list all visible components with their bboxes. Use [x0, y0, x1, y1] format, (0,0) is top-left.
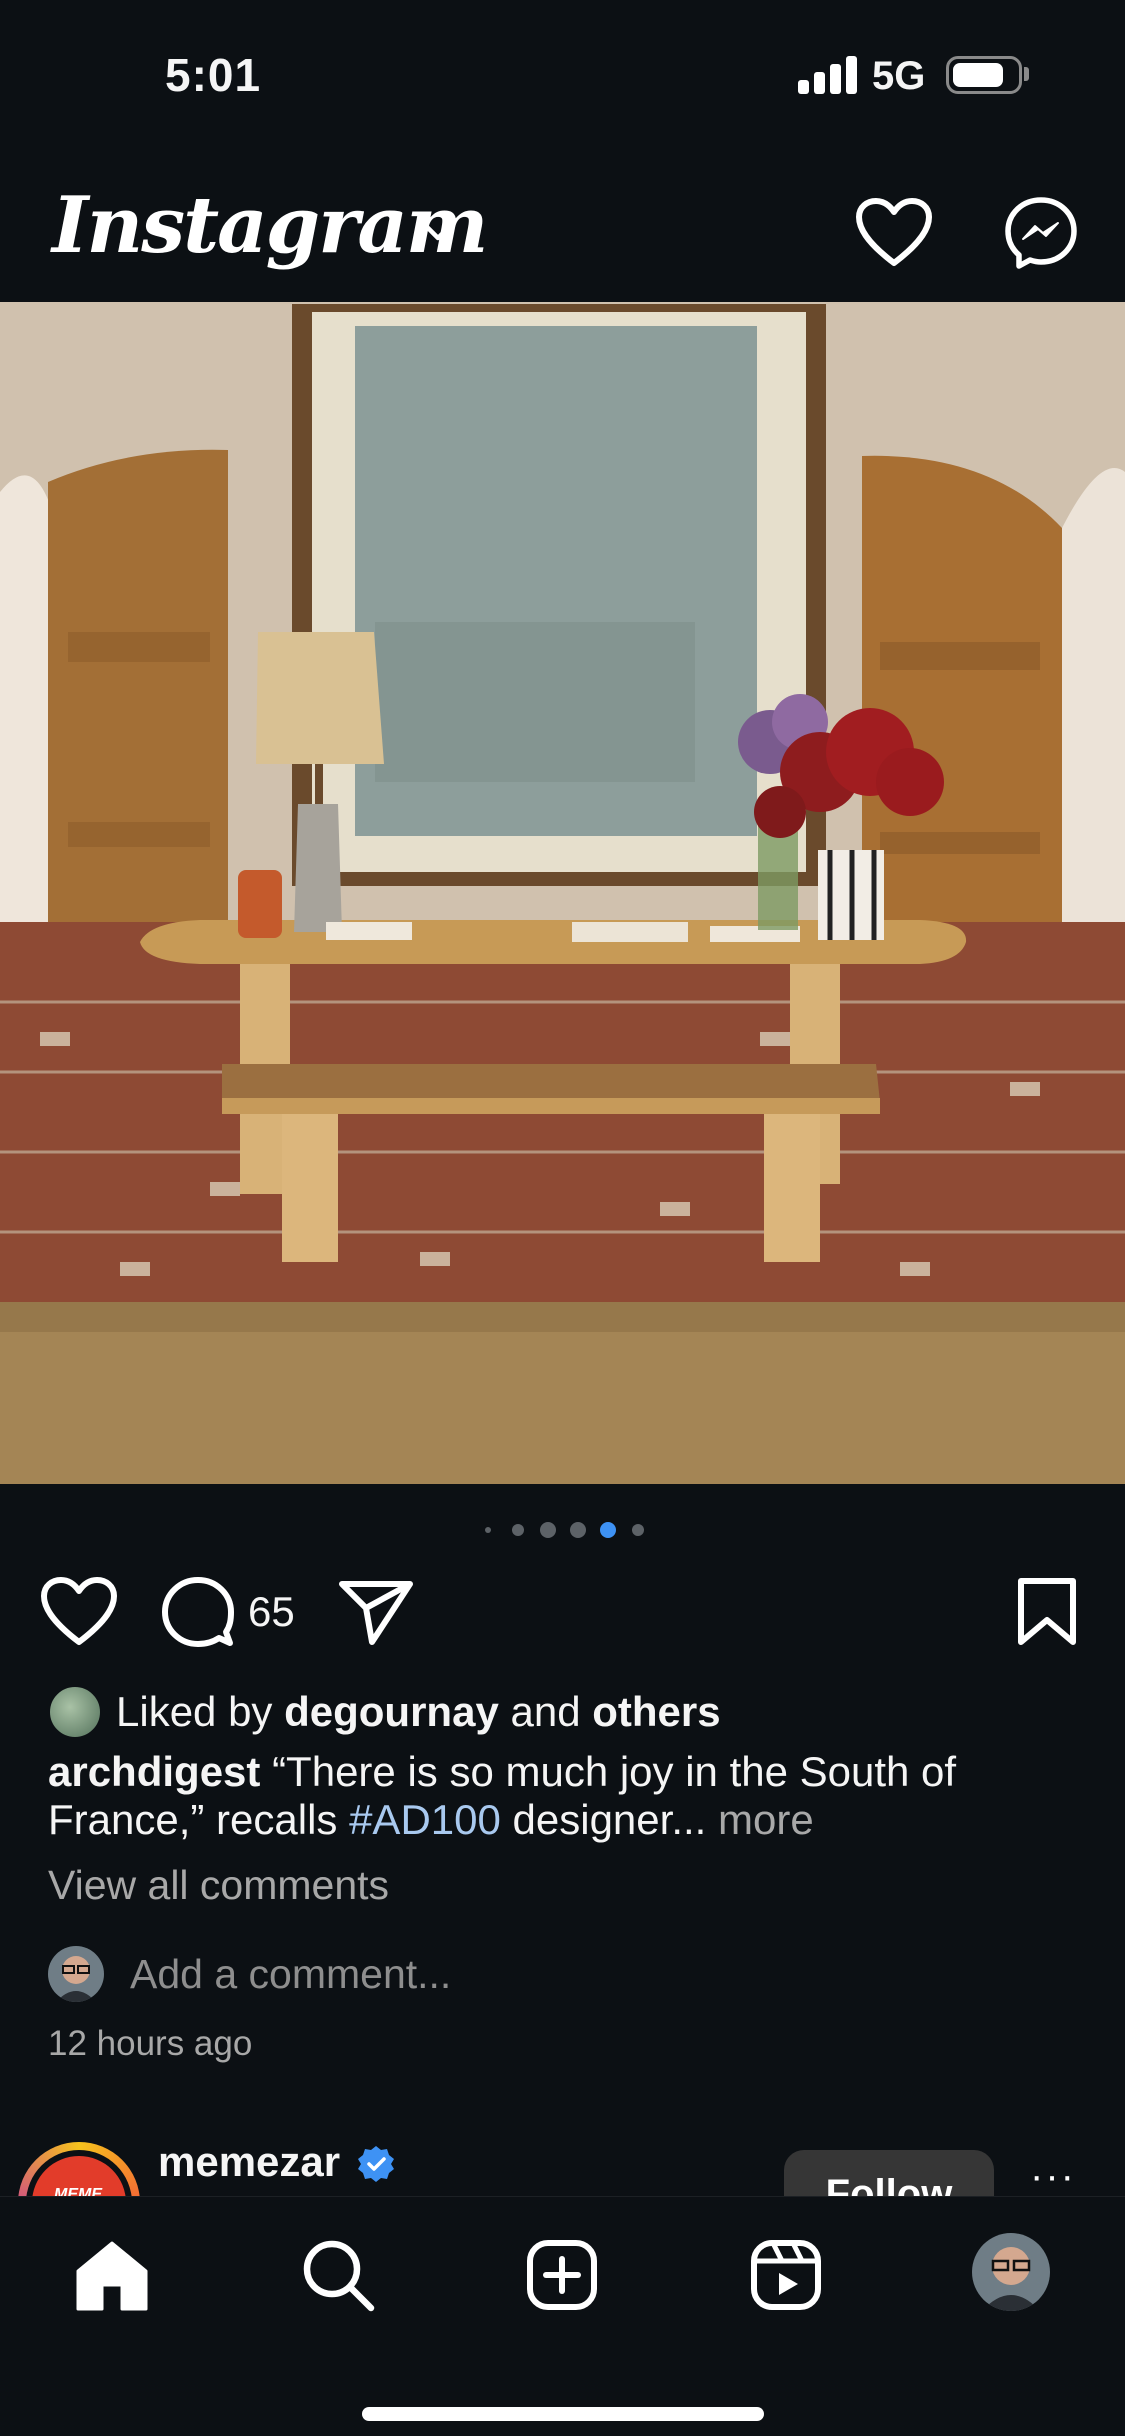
add-comment-row[interactable]: Add a comment... [48, 1946, 451, 2002]
carousel-dot [599, 1522, 616, 1538]
view-all-comments-link[interactable]: View all comments [48, 1862, 389, 1909]
carousel-indicator [0, 1520, 1125, 1540]
post-action-bar: 65 [0, 1572, 1125, 1652]
app-header: Instagram [0, 150, 1125, 302]
chevron-down-icon[interactable] [418, 212, 458, 252]
carousel-dot [511, 1524, 524, 1536]
caption-more-link[interactable]: more [718, 1796, 814, 1843]
follow-button[interactable]: Follow [784, 2150, 994, 2196]
battery-icon [946, 56, 1022, 94]
instagram-feed-screen: 5:01 5G Instagram 65 Liked by degournay … [0, 0, 1125, 2436]
status-time: 5:01 [165, 49, 262, 101]
battery-tip [1024, 67, 1029, 81]
heart-icon[interactable] [855, 197, 933, 269]
caption-text-end: designer... [500, 1796, 718, 1843]
comment-icon[interactable] [162, 1576, 234, 1648]
messenger-icon[interactable] [1003, 195, 1079, 271]
carousel-dot [484, 1527, 491, 1533]
next-post-header: MEME memezar Follow ··· [0, 2130, 1125, 2196]
liker-avatar [48, 1685, 102, 1739]
like-heart-icon[interactable] [40, 1576, 118, 1648]
next-post-username[interactable]: memezar [158, 2138, 340, 2186]
status-bar: 5:01 5G [0, 0, 1125, 150]
post-caption: archdigest “There is so much joy in the … [48, 1748, 1078, 1844]
likes-middle: and [498, 1688, 593, 1735]
likes-others[interactable]: others [592, 1688, 720, 1736]
more-options-icon[interactable]: ··· [1030, 2154, 1076, 2196]
likes-summary[interactable]: Liked by degournay and others [48, 1684, 721, 1740]
cellular-signal-icon [798, 56, 858, 94]
add-comment-input[interactable]: Add a comment... [130, 1951, 451, 1998]
likes-prefix: Liked by [116, 1688, 285, 1735]
battery-level [953, 63, 1003, 87]
bottom-tab-bar [0, 2196, 1125, 2436]
post-timestamp: 12 hours ago [48, 2024, 253, 2063]
profile-avatar[interactable] [972, 2233, 1050, 2311]
post-photo[interactable] [0, 302, 1125, 1484]
network-type: 5G [872, 54, 926, 98]
search-icon[interactable] [300, 2237, 376, 2313]
caption-username[interactable]: archdigest [48, 1748, 260, 1795]
create-icon[interactable] [524, 2237, 600, 2313]
liker-username[interactable]: degournay [284, 1688, 499, 1736]
memezar-avatar[interactable]: MEME [18, 2142, 140, 2196]
share-send-icon[interactable] [338, 1578, 414, 1646]
carousel-dot [631, 1524, 644, 1536]
save-bookmark-icon[interactable] [1016, 1576, 1078, 1648]
caption-hashtag[interactable]: #AD100 [349, 1796, 501, 1843]
carousel-dot [569, 1522, 586, 1538]
home-indicator [362, 2407, 764, 2421]
comment-count[interactable]: 65 [248, 1588, 295, 1636]
reels-icon[interactable] [748, 2237, 824, 2313]
home-icon[interactable] [74, 2237, 150, 2313]
memezar-avatar-text: MEME [54, 2186, 102, 2196]
current-user-avatar [48, 1946, 104, 2002]
verified-badge-icon [358, 2146, 394, 2182]
carousel-dot [539, 1522, 556, 1538]
